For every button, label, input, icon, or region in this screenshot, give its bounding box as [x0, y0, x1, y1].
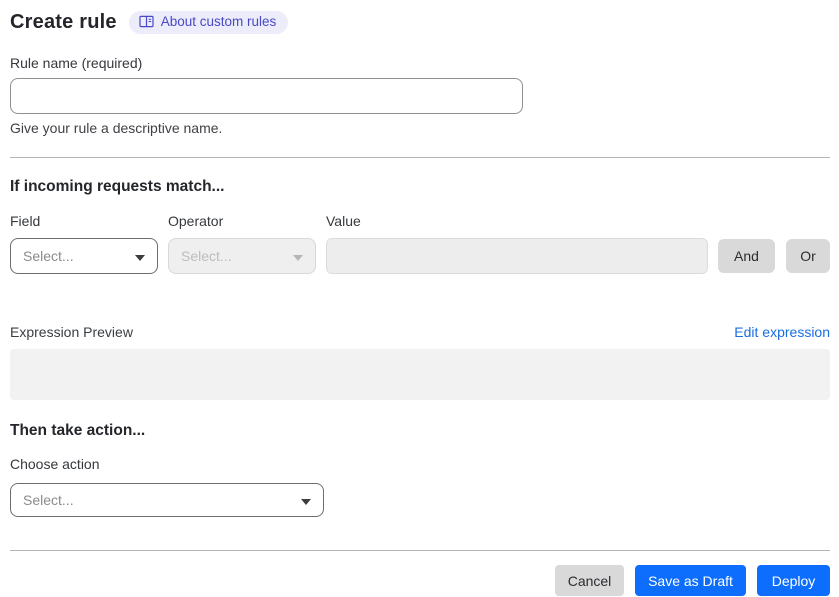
title-row: Create rule About custom rules	[10, 8, 830, 36]
footer-divider	[10, 550, 830, 551]
match-section-heading: If incoming requests match...	[10, 178, 225, 195]
expression-preview-label: Expression Preview	[10, 324, 133, 340]
action-section-heading: Then take action...	[10, 422, 146, 439]
edit-expression-link[interactable]: Edit expression	[734, 324, 830, 340]
section-divider	[10, 157, 830, 158]
about-custom-rules-label: About custom rules	[160, 13, 277, 29]
chevron-down-icon	[301, 492, 311, 508]
about-custom-rules-link[interactable]: About custom rules	[128, 10, 289, 34]
rule-name-input[interactable]	[10, 78, 523, 114]
field-select[interactable]: Select...	[10, 238, 158, 274]
create-rule-page: Create rule About custom rules Rule name…	[0, 0, 839, 597]
choose-action-select-value: Select...	[23, 492, 74, 508]
footer-actions: Cancel Save as Draft Deploy	[10, 565, 830, 596]
rule-name-label: Rule name (required)	[10, 55, 143, 71]
value-label: Value	[326, 213, 361, 229]
and-button[interactable]: And	[718, 239, 775, 273]
value-input	[326, 238, 708, 274]
operator-label: Operator	[168, 213, 224, 229]
expression-preview-row: Expression Preview Edit expression	[10, 324, 830, 340]
match-controls-row: Select... Select... And Or	[10, 238, 830, 274]
choose-action-select[interactable]: Select...	[10, 483, 324, 517]
chevron-down-icon	[293, 248, 303, 264]
field-label: Field	[10, 213, 41, 229]
operator-select-value: Select...	[181, 248, 232, 264]
choose-action-label: Choose action	[10, 456, 100, 472]
save-as-draft-button[interactable]: Save as Draft	[635, 565, 746, 596]
deploy-button[interactable]: Deploy	[757, 565, 830, 596]
chevron-down-icon	[135, 248, 145, 264]
or-button[interactable]: Or	[786, 239, 830, 273]
rule-name-section: Rule name (required) Give your rule a de…	[10, 55, 830, 136]
rule-name-helper: Give your rule a descriptive name.	[10, 120, 223, 136]
operator-select: Select...	[168, 238, 316, 274]
field-select-value: Select...	[23, 248, 74, 264]
book-icon	[139, 15, 154, 28]
cancel-button[interactable]: Cancel	[555, 565, 624, 596]
expression-preview-box	[10, 349, 830, 400]
match-labels-row: Field Operator Value	[10, 213, 830, 229]
page-title: Create rule	[10, 10, 117, 33]
